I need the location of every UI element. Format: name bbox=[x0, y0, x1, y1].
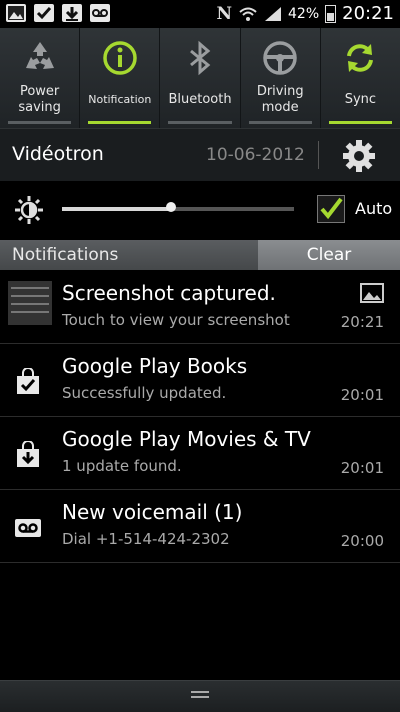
notification-subtitle: Successfully updated. bbox=[62, 384, 227, 402]
slider-fill bbox=[62, 207, 172, 211]
notification-title: Google Play Movies & TV bbox=[62, 427, 311, 451]
slider-handle[interactable] bbox=[166, 202, 177, 212]
notification-item-play-movies[interactable]: Google Play Movies & TV 1 update found. … bbox=[0, 417, 400, 490]
recycle-icon bbox=[25, 42, 54, 69]
toggle-label: Power saving bbox=[18, 84, 61, 115]
toggle-label: Sync bbox=[344, 92, 377, 107]
carrier-name: Vidéotron bbox=[12, 143, 104, 165]
notification-item-play-books[interactable]: Google Play Books Successfully updated. … bbox=[0, 344, 400, 417]
toggle-label: Driving mode bbox=[256, 84, 304, 115]
date: 10-06-2012 bbox=[206, 145, 305, 165]
toggle-notification[interactable]: Notification bbox=[80, 28, 161, 128]
gear-icon[interactable] bbox=[342, 139, 376, 173]
toggle-power-saving[interactable]: Power saving bbox=[0, 28, 81, 128]
steering-wheel-icon bbox=[263, 41, 297, 75]
notification-title: New voicemail (1) bbox=[62, 500, 243, 524]
status-bar: N 42% 20:21 bbox=[0, 0, 400, 28]
voicemail-icon bbox=[15, 519, 41, 537]
battery-icon bbox=[325, 4, 337, 23]
checkmark-icon bbox=[320, 197, 343, 220]
brightness-slider[interactable] bbox=[62, 202, 294, 212]
info-icon bbox=[103, 41, 137, 75]
picture-icon bbox=[360, 283, 384, 303]
clock: 20:21 bbox=[342, 3, 394, 24]
nfc-icon: N bbox=[216, 3, 232, 24]
brightness-icon bbox=[15, 196, 43, 224]
notifications-header: Notifications Clear bbox=[0, 240, 400, 270]
notification-title: Screenshot captured. bbox=[62, 281, 276, 305]
shopping-bag-download-icon bbox=[17, 441, 39, 467]
screenshot-thumbnail bbox=[8, 281, 52, 325]
notification-item-screenshot[interactable]: Screenshot captured. Touch to view your … bbox=[0, 271, 400, 344]
toggle-indicator bbox=[248, 121, 312, 124]
toggle-indicator bbox=[8, 121, 72, 124]
checkmark-icon bbox=[34, 4, 54, 22]
notification-time: 20:01 bbox=[340, 386, 384, 404]
notification-subtitle: Dial +1-514-424-2302 bbox=[62, 530, 230, 548]
auto-brightness-checkbox[interactable] bbox=[317, 195, 345, 223]
picture-icon bbox=[6, 4, 26, 22]
panel-drag-handle[interactable] bbox=[0, 680, 400, 712]
toggle-sync[interactable]: Sync bbox=[321, 28, 400, 128]
carrier-row: Vidéotron 10-06-2012 bbox=[0, 128, 400, 182]
notification-time: 20:21 bbox=[340, 313, 384, 331]
quick-settings-toggles: Power saving Notification Bluetooth Driv… bbox=[0, 28, 400, 129]
toggle-label: Notification bbox=[88, 93, 152, 106]
download-icon bbox=[62, 4, 82, 22]
notification-item-voicemail[interactable]: New voicemail (1) Dial +1-514-424-2302 2… bbox=[0, 490, 400, 563]
toggle-indicator bbox=[168, 121, 232, 124]
drag-handle-icon bbox=[191, 691, 209, 699]
divider bbox=[318, 141, 319, 169]
signal-icon bbox=[265, 6, 281, 21]
notification-title: Google Play Books bbox=[62, 354, 248, 378]
toggle-bluetooth[interactable]: Bluetooth bbox=[160, 28, 241, 128]
toggle-indicator bbox=[328, 121, 393, 124]
auto-brightness-label: Auto bbox=[355, 199, 393, 218]
notifications-title: Notifications bbox=[12, 245, 119, 265]
sync-icon bbox=[347, 44, 374, 72]
wifi-icon bbox=[239, 7, 257, 21]
notification-time: 20:01 bbox=[340, 459, 384, 477]
voicemail-icon bbox=[90, 4, 110, 22]
notification-subtitle: Touch to view your screenshot bbox=[62, 311, 290, 329]
shopping-bag-check-icon bbox=[17, 368, 39, 394]
toggle-indicator bbox=[88, 121, 152, 124]
battery-percent: 42% bbox=[288, 5, 320, 22]
notification-subtitle: 1 update found. bbox=[62, 457, 182, 475]
notification-time: 20:00 bbox=[340, 532, 384, 550]
clear-button[interactable]: Clear bbox=[258, 240, 400, 270]
toggle-driving-mode[interactable]: Driving mode bbox=[241, 28, 321, 128]
toggle-label: Bluetooth bbox=[168, 92, 232, 107]
bluetooth-icon bbox=[190, 40, 211, 76]
